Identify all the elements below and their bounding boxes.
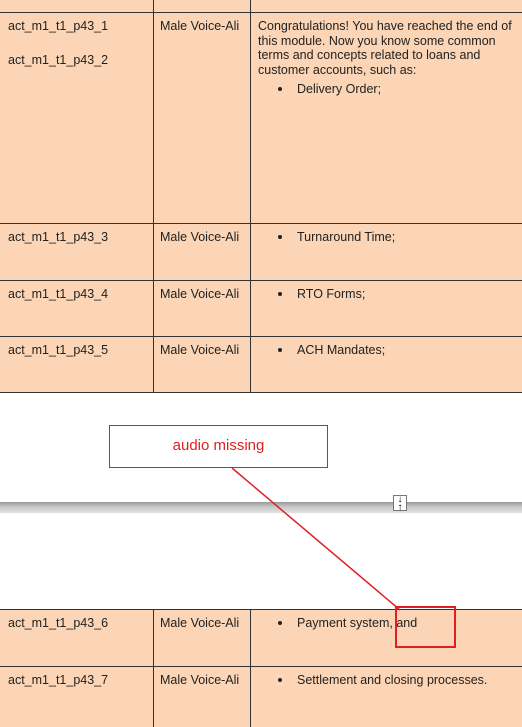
annotation-callout: audio missing [109,425,328,468]
split-arrows-icon[interactable]: ↓ ↑ [393,495,407,513]
column-divider [250,0,251,12]
script-cell: Settlement and closing processes. [250,667,522,727]
bullet-item: ACH Mandates; [258,343,516,358]
row-id: act_m1_t1_p43_4 [8,287,109,301]
bullet-item: Delivery Order; [258,82,516,97]
id-cell: act_m1_t1_p43_4 [0,281,153,336]
table-row-continuation [0,0,522,12]
bullet-list: ACH Mandates; [258,343,516,358]
id-cell: act_m1_t1_p43_7 [0,667,153,727]
annotation-label: audio missing [172,437,265,454]
voice-cell: Male Voice-Ali [153,281,250,336]
row-id: act_m1_t1_p43_3 [8,230,109,244]
bullet-list: Payment system, and [258,616,516,631]
bullet-item: RTO Forms; [258,287,516,302]
bullet-list: Turnaround Time; [258,230,516,245]
annotation-highlight-box [395,606,456,648]
bullet-item: Payment system, and [258,616,516,631]
voice-label: Male Voice-Ali [160,19,240,33]
script-text: Congratulations! You have reached the en… [258,19,512,77]
id-cell: act_m1_t1_p43_3 [0,224,153,280]
voice-label: Male Voice-Ali [160,287,240,301]
voice-label: Male Voice-Ali [160,343,240,357]
script-cell: Payment system, and [250,610,522,666]
voice-cell: Male Voice-Ali [153,337,250,392]
row-id: act_m1_t1_p43_7 [8,673,109,687]
page-break [0,502,522,513]
table-row: act_m1_t1_p43_7 Male Voice-Ali Settlemen… [0,666,522,727]
row-id: act_m1_t1_p43_1 [8,19,109,33]
voice-label: Male Voice-Ali [160,673,240,687]
id-cell: act_m1_t1_p43_1 act_m1_t1_p43_2 [0,13,153,223]
table-row: act_m1_t1_p43_1 act_m1_t1_p43_2 Male Voi… [0,12,522,223]
script-cell: Congratulations! You have reached the en… [250,13,522,223]
id-cell: act_m1_t1_p43_6 [0,610,153,666]
row-id: act_m1_t1_p43_5 [8,343,109,357]
script-cell: ACH Mandates; [250,337,522,392]
voice-label: Male Voice-Ali [160,230,240,244]
voice-label: Male Voice-Ali [160,616,240,630]
voice-cell: Male Voice-Ali [153,610,250,666]
table-row: act_m1_t1_p43_4 Male Voice-Ali RTO Forms… [0,280,522,336]
voice-cell: Male Voice-Ali [153,13,250,223]
bullet-list: RTO Forms; [258,287,516,302]
id-cell: act_m1_t1_p43_5 [0,337,153,392]
bullet-list: Delivery Order; [258,82,516,97]
bullet-list: Settlement and closing processes. [258,673,516,688]
row-id: act_m1_t1_p43_2 [8,52,109,67]
script-cell: Turnaround Time; [250,224,522,280]
bullet-item: Settlement and closing processes. [258,673,516,688]
table-row: act_m1_t1_p43_3 Male Voice-Ali Turnaroun… [0,223,522,280]
voice-cell: Male Voice-Ali [153,667,250,727]
row-id: act_m1_t1_p43_6 [8,616,109,630]
bullet-item: Turnaround Time; [258,230,516,245]
voice-cell: Male Voice-Ali [153,224,250,280]
table-row: act_m1_t1_p43_5 Male Voice-Ali ACH Manda… [0,336,522,393]
column-divider [153,0,154,12]
script-cell: RTO Forms; [250,281,522,336]
